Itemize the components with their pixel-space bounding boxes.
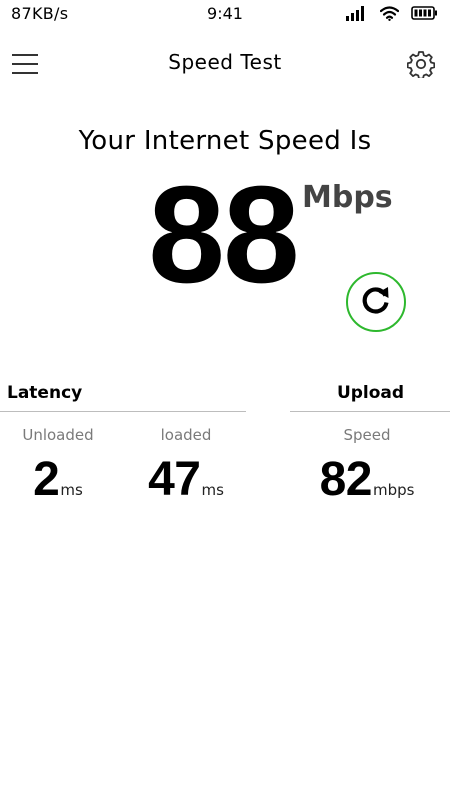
battery-icon — [411, 6, 438, 20]
refresh-button[interactable] — [346, 272, 406, 332]
upload-speed-label: Speed — [343, 426, 391, 444]
loaded-unit: ms — [201, 481, 224, 499]
upload-heading: Upload — [336, 383, 405, 403]
latency-divider — [0, 411, 246, 412]
latency-heading: Latency — [7, 383, 83, 403]
speed-unit: Mbps — [302, 180, 393, 215]
refresh-icon — [359, 283, 393, 321]
status-bar: 87KB/s 9:41 — [0, 0, 450, 28]
upload-speed-value-row: 82mbps — [297, 454, 437, 506]
upload-speed: Speed 82mbps — [297, 426, 437, 506]
latency-loaded: loaded 47ms — [136, 426, 236, 506]
gear-icon — [406, 51, 436, 82]
headline: Your Internet Speed Is — [78, 126, 372, 156]
unloaded-unit: ms — [60, 481, 83, 499]
wifi-icon — [380, 5, 399, 21]
loaded-value-row: 47ms — [136, 454, 236, 506]
latency-unloaded: Unloaded 2ms — [8, 426, 108, 506]
unloaded-label: Unloaded — [22, 426, 94, 444]
app-bar: Speed Test — [0, 40, 450, 88]
status-icons — [346, 5, 438, 21]
signal-icon — [346, 5, 368, 21]
settings-button[interactable] — [406, 50, 436, 80]
unloaded-value-row: 2ms — [8, 454, 108, 506]
loaded-label: loaded — [160, 426, 212, 444]
unloaded-value: 2 — [33, 453, 60, 506]
app-title: Speed Test — [168, 50, 282, 74]
upload-divider — [290, 411, 450, 412]
upload-speed-value: 82 — [319, 453, 373, 506]
loaded-value: 47 — [148, 453, 201, 506]
upload-speed-unit: mbps — [372, 481, 415, 499]
